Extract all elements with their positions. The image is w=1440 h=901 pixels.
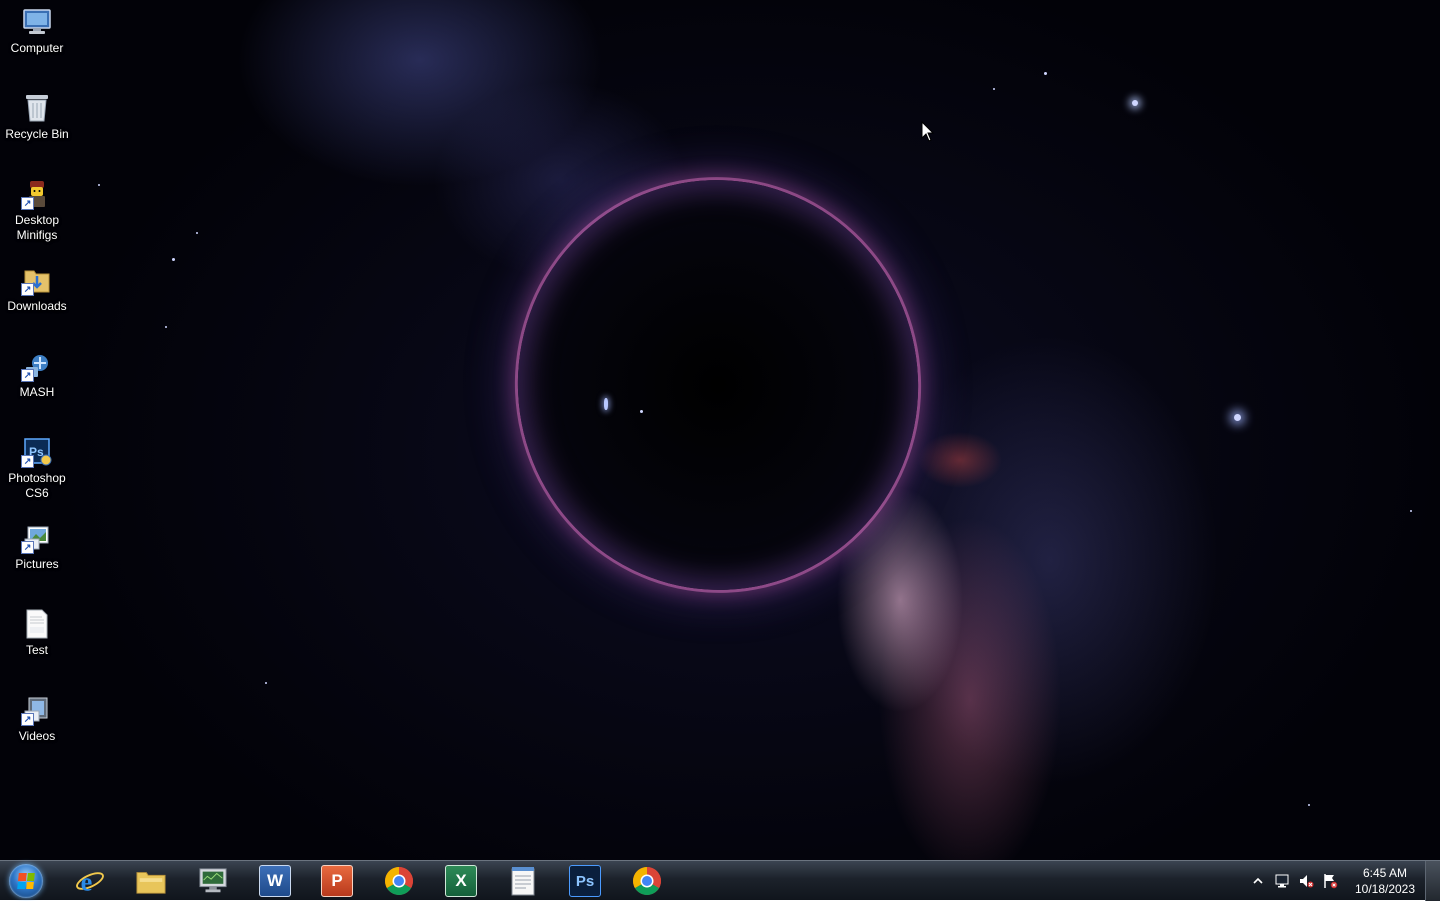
shortcut-arrow-icon: ↗ — [21, 455, 34, 468]
desktop-icon-mash[interactable]: ↗ MASH — [2, 344, 72, 400]
star — [1308, 804, 1310, 806]
taskbar-pin-photoshop[interactable]: Ps — [557, 863, 613, 899]
recycle-bin-icon — [21, 92, 53, 124]
action-center-flag-icon[interactable] — [1322, 873, 1338, 889]
desktop-icon-label: MASH — [19, 385, 55, 399]
show-desktop-button[interactable] — [1425, 861, 1440, 901]
computer-monitor-icon — [198, 866, 228, 896]
mash-shortcut-icon: ↗ — [21, 350, 53, 382]
taskbar-pin-chrome[interactable] — [371, 863, 427, 899]
chrome-icon — [632, 866, 662, 896]
black-hole-wallpaper-graphic — [491, 154, 945, 616]
taskbar: e W P X Ps 6:45 AM 10/18/2023 — [0, 860, 1440, 901]
start-button[interactable] — [6, 863, 46, 899]
pictures-folder-icon: ↗ — [21, 522, 53, 554]
powerpoint-icon: P — [321, 865, 353, 897]
shortcut-arrow-icon: ↗ — [21, 197, 34, 210]
clock-time: 6:45 AM — [1362, 866, 1408, 880]
desktop-icon-videos[interactable]: ↗ Videos — [2, 688, 72, 744]
star — [1234, 414, 1241, 421]
downloads-folder-icon: ↗ — [21, 264, 53, 296]
star — [172, 258, 175, 261]
star — [165, 326, 167, 328]
desktop-icon-desktop-minifigs[interactable]: ↗ Desktop Minifigs — [2, 172, 72, 243]
taskbar-pin-internet-explorer[interactable]: e — [62, 863, 118, 899]
clock-date: 10/18/2023 — [1354, 882, 1416, 896]
desktop-icon-pictures[interactable]: ↗ Pictures — [2, 516, 72, 572]
desktop-icon-recycle-bin[interactable]: Recycle Bin — [2, 86, 72, 142]
desktop-icon-downloads[interactable]: ↗ Downloads — [2, 258, 72, 314]
taskbar-pin-file-explorer[interactable] — [123, 863, 179, 899]
desktop-icon-label: Computer — [10, 41, 64, 55]
videos-folder-icon: ↗ — [21, 694, 53, 726]
desktop-icon-label: Desktop Minifigs — [14, 213, 60, 242]
notepad-icon — [508, 866, 538, 896]
star — [993, 88, 995, 90]
excel-icon: X — [445, 865, 477, 897]
taskbar-pin-notepad[interactable] — [495, 863, 551, 899]
taskbar-pin-excel[interactable]: X — [433, 863, 489, 899]
photoshop-icon: Ps — [569, 865, 601, 897]
shortcut-arrow-icon: ↗ — [21, 541, 34, 554]
photoshop-cs6-icon: Ps ↗ — [21, 436, 53, 468]
taskbar-pin-chrome-2[interactable] — [619, 863, 675, 899]
desktop-icon-label: Videos — [18, 729, 56, 743]
taskbar-pin-word[interactable]: W — [247, 863, 303, 899]
desktop-icon-computer[interactable]: Computer — [2, 0, 72, 56]
desktop-wallpaper[interactable]: Computer Recycle Bin ↗ Desktop Minifigs … — [0, 0, 1440, 860]
word-icon: W — [259, 865, 291, 897]
shortcut-arrow-icon: ↗ — [21, 369, 34, 382]
star — [1132, 100, 1138, 106]
star — [640, 410, 643, 413]
system-clock[interactable]: 6:45 AM 10/18/2023 — [1350, 865, 1420, 897]
volume-muted-icon[interactable] — [1298, 873, 1314, 889]
desktop-icon-label: Test — [25, 643, 48, 657]
star — [265, 682, 267, 684]
desktop-icon-test[interactable]: Test — [2, 602, 72, 658]
windows-logo-icon — [9, 864, 43, 898]
chrome-icon — [384, 866, 414, 896]
file-explorer-icon — [136, 866, 166, 896]
desktop-icon-label: Pictures — [15, 557, 59, 571]
network-icon[interactable] — [1274, 873, 1290, 889]
mouse-cursor-icon — [921, 120, 935, 148]
star — [1044, 72, 1047, 75]
shortcut-arrow-icon: ↗ — [21, 713, 34, 726]
star — [98, 184, 100, 186]
docx-file-icon — [21, 608, 53, 640]
internet-explorer-icon: e — [75, 866, 105, 896]
computer-icon — [21, 6, 53, 38]
desktop-icon-label: Recycle Bin — [5, 127, 69, 141]
taskbar-pin-powerpoint[interactable]: P — [309, 863, 365, 899]
show-hidden-icons-chevron-icon[interactable] — [1250, 873, 1266, 889]
desktop-icon-photoshop-cs6[interactable]: Ps ↗ Photoshop CS6 — [2, 430, 72, 501]
star — [196, 232, 198, 234]
svg-text:e: e — [81, 867, 93, 896]
taskbar-pin-computer-monitor[interactable] — [185, 863, 241, 899]
notification-area: 6:45 AM 10/18/2023 — [1246, 861, 1420, 901]
shortcut-arrow-icon: ↗ — [21, 283, 34, 296]
desktop-icon-label: Downloads — [7, 299, 67, 313]
minifig-shortcut-icon: ↗ — [21, 178, 53, 210]
star — [604, 398, 608, 410]
star — [1410, 510, 1412, 512]
desktop-icon-label: Photoshop CS6 — [8, 471, 66, 500]
